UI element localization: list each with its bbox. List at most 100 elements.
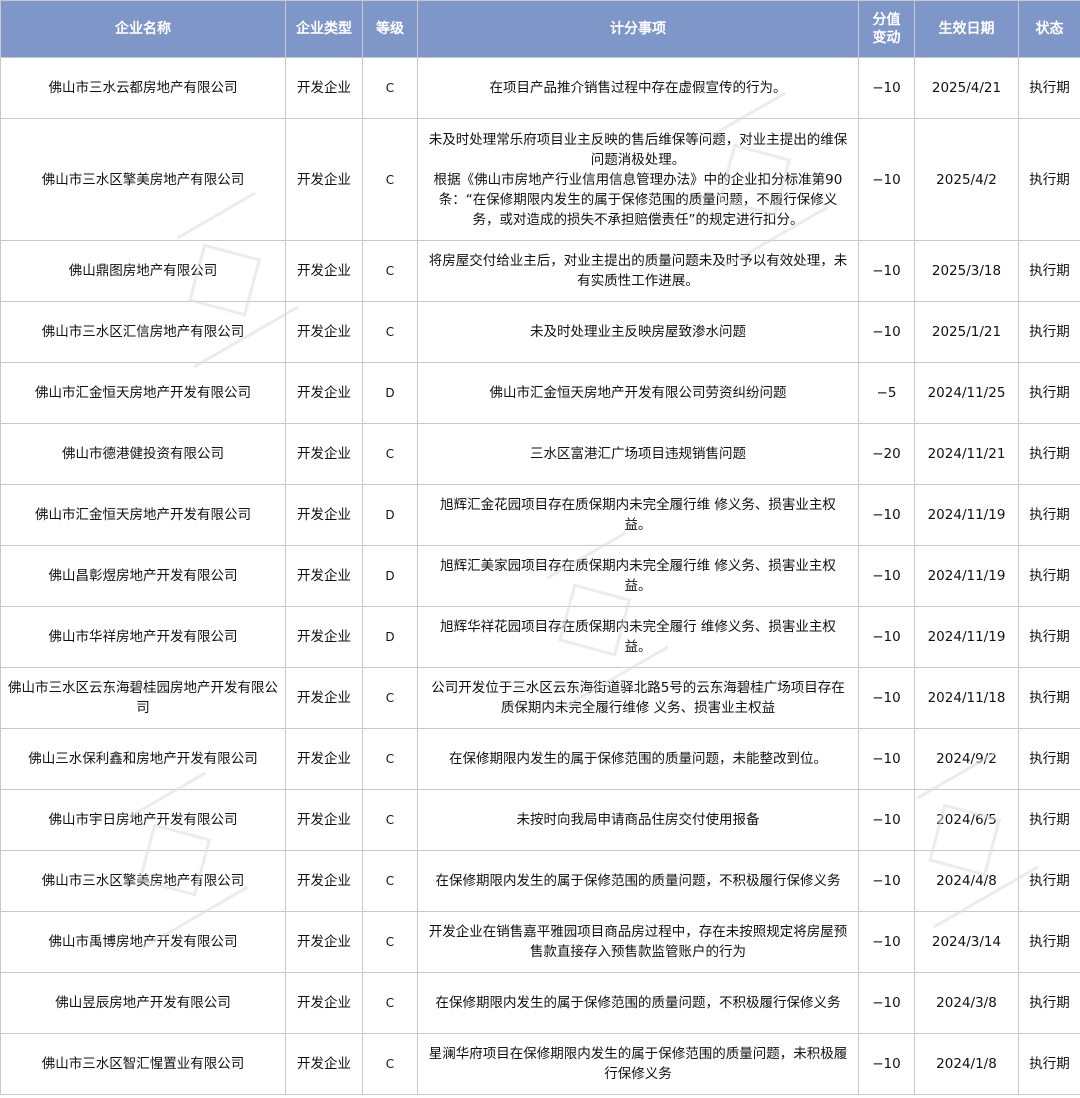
header-type: 企业类型 bbox=[285, 0, 363, 58]
status-cell: 执行期 bbox=[1018, 911, 1080, 973]
score-cell: −10 bbox=[858, 850, 915, 912]
table-row: 佛山鼎图房地产有限公司 开发企业 C 将房屋交付给业主后，对业主提出的质量问题未… bbox=[0, 240, 1080, 302]
grade-cell: C bbox=[362, 423, 418, 485]
score-cell: −10 bbox=[858, 301, 915, 363]
matter-cell: 星澜华府项目在保修期限内发生的属于保修范围的质量问题，未积极履行保修义务 bbox=[417, 1033, 859, 1095]
company-cell: 佛山昱辰房地产开发有限公司 bbox=[0, 972, 286, 1034]
matter-cell: 未及时处理常乐府项目业主反映的售后维保等问题，对业主提出的维保问题消极处理。 根据… bbox=[417, 118, 859, 241]
matter-cell: 公司开发位于三水区云东海街道驿北路5号的云东海碧桂广场项目存在质保期内未完全履行… bbox=[417, 667, 859, 729]
score-cell: −10 bbox=[858, 57, 915, 119]
date-cell: 2024/4/8 bbox=[914, 850, 1019, 912]
company-cell: 佛山市三水云都房地产有限公司 bbox=[0, 57, 286, 119]
type-cell: 开发企业 bbox=[285, 362, 363, 424]
type-cell: 开发企业 bbox=[285, 606, 363, 668]
table-row: 佛山市三水区云东海碧桂园房地产开发有限公司 开发企业 C 公司开发位于三水区云东… bbox=[0, 667, 1080, 729]
matter-cell: 在保修期限内发生的属于保修范围的质量问题，不积极履行保修义务 bbox=[417, 850, 859, 912]
table-row: 佛山市德港健投资有限公司 开发企业 C 三水区富港汇广场项目违规销售问题 −20… bbox=[0, 423, 1080, 485]
type-cell: 开发企业 bbox=[285, 972, 363, 1034]
matter-cell: 未及时处理业主反映房屋致渗水问题 bbox=[417, 301, 859, 363]
type-cell: 开发企业 bbox=[285, 57, 363, 119]
date-cell: 2024/11/19 bbox=[914, 606, 1019, 668]
table-row: 佛山市三水区智汇惺置业有限公司 开发企业 C 星澜华府项目在保修期限内发生的属于… bbox=[0, 1033, 1080, 1095]
score-cell: −10 bbox=[858, 667, 915, 729]
grade-cell: D bbox=[362, 545, 418, 607]
table-row: 佛山市三水区汇信房地产有限公司 开发企业 C 未及时处理业主反映房屋致渗水问题 … bbox=[0, 301, 1080, 363]
score-cell: −10 bbox=[858, 911, 915, 973]
table-row: 佛山市三水区擎美房地产有限公司 开发企业 C 在保修期限内发生的属于保修范围的质… bbox=[0, 850, 1080, 912]
score-cell: −10 bbox=[858, 606, 915, 668]
date-cell: 2024/11/18 bbox=[914, 667, 1019, 729]
date-cell: 2024/11/19 bbox=[914, 484, 1019, 546]
matter-paragraph: 未及时处理常乐府项目业主反映的售后维保等问题，对业主提出的维保问题消极处理。 bbox=[428, 131, 848, 168]
score-cell: −10 bbox=[858, 240, 915, 302]
company-cell: 佛山鼎图房地产有限公司 bbox=[0, 240, 286, 302]
status-cell: 执行期 bbox=[1018, 728, 1080, 790]
score-cell: −5 bbox=[858, 362, 915, 424]
date-cell: 2025/4/2 bbox=[914, 118, 1019, 241]
status-cell: 执行期 bbox=[1018, 118, 1080, 241]
score-cell: −10 bbox=[858, 118, 915, 241]
grade-cell: C bbox=[362, 118, 418, 241]
company-cell: 佛山昌彰煜房地产开发有限公司 bbox=[0, 545, 286, 607]
header-score-line1: 分值 bbox=[872, 12, 901, 28]
grade-cell: C bbox=[362, 57, 418, 119]
score-cell: −10 bbox=[858, 1033, 915, 1095]
matter-cell: 未按时向我局申请商品住房交付使用报备 bbox=[417, 789, 859, 851]
status-cell: 执行期 bbox=[1018, 667, 1080, 729]
company-cell: 佛山市三水区擎美房地产有限公司 bbox=[0, 850, 286, 912]
score-cell: −20 bbox=[858, 423, 915, 485]
status-cell: 执行期 bbox=[1018, 57, 1080, 119]
score-cell: −10 bbox=[858, 789, 915, 851]
grade-cell: C bbox=[362, 301, 418, 363]
score-cell: −10 bbox=[858, 972, 915, 1034]
status-cell: 执行期 bbox=[1018, 240, 1080, 302]
type-cell: 开发企业 bbox=[285, 484, 363, 546]
score-cell: −10 bbox=[858, 728, 915, 790]
status-cell: 执行期 bbox=[1018, 484, 1080, 546]
header-matter: 计分事项 bbox=[417, 0, 859, 58]
status-cell: 执行期 bbox=[1018, 362, 1080, 424]
type-cell: 开发企业 bbox=[285, 667, 363, 729]
type-cell: 开发企业 bbox=[285, 301, 363, 363]
status-cell: 执行期 bbox=[1018, 1033, 1080, 1095]
header-score-line2: 变动 bbox=[872, 30, 901, 46]
table-row: 佛山市三水云都房地产有限公司 开发企业 C 在项目产品推介销售过程中存在虚假宣传… bbox=[0, 57, 1080, 119]
date-cell: 2024/3/8 bbox=[914, 972, 1019, 1034]
grade-cell: C bbox=[362, 728, 418, 790]
grade-cell: C bbox=[362, 972, 418, 1034]
table-row: 佛山市禹博房地产开发有限公司 开发企业 C 开发企业在销售嘉平雅园项目商品房过程… bbox=[0, 911, 1080, 973]
grade-cell: C bbox=[362, 911, 418, 973]
matter-cell: 三水区富港汇广场项目违规销售问题 bbox=[417, 423, 859, 485]
type-cell: 开发企业 bbox=[285, 240, 363, 302]
header-date: 生效日期 bbox=[914, 0, 1019, 58]
status-cell: 执行期 bbox=[1018, 545, 1080, 607]
grade-cell: D bbox=[362, 362, 418, 424]
header-status: 状态 bbox=[1018, 0, 1080, 58]
date-cell: 2025/4/21 bbox=[914, 57, 1019, 119]
company-cell: 佛山市三水区擎美房地产有限公司 bbox=[0, 118, 286, 241]
company-cell: 佛山市德港健投资有限公司 bbox=[0, 423, 286, 485]
grade-cell: C bbox=[362, 240, 418, 302]
date-cell: 2024/3/14 bbox=[914, 911, 1019, 973]
date-cell: 2025/1/21 bbox=[914, 301, 1019, 363]
table-row: 佛山市宇日房地产开发有限公司 开发企业 C 未按时向我局申请商品住房交付使用报备… bbox=[0, 789, 1080, 851]
matter-cell: 佛山市汇金恒天房地产开发有限公司劳资纠纷问题 bbox=[417, 362, 859, 424]
header-grade: 等级 bbox=[362, 0, 418, 58]
grade-cell: D bbox=[362, 484, 418, 546]
date-cell: 2024/11/21 bbox=[914, 423, 1019, 485]
date-cell: 2024/11/25 bbox=[914, 362, 1019, 424]
company-cell: 佛山市三水区云东海碧桂园房地产开发有限公司 bbox=[0, 667, 286, 729]
table-row: 佛山昱辰房地产开发有限公司 开发企业 C 在保修期限内发生的属于保修范围的质量问… bbox=[0, 972, 1080, 1034]
matter-cell: 旭辉华祥花园项目存在质保期内未完全履行 维修义务、损害业主权益。 bbox=[417, 606, 859, 668]
table-header-row: 企业名称 企业类型 等级 计分事项 分值 变动 生效日期 状态 bbox=[0, 0, 1080, 58]
status-cell: 执行期 bbox=[1018, 423, 1080, 485]
matter-cell: 旭辉汇金花园项目存在质保期内未完全履行维 修义务、损害业主权益。 bbox=[417, 484, 859, 546]
type-cell: 开发企业 bbox=[285, 728, 363, 790]
type-cell: 开发企业 bbox=[285, 545, 363, 607]
company-cell: 佛山市宇日房地产开发有限公司 bbox=[0, 789, 286, 851]
company-cell: 佛山市汇金恒天房地产开发有限公司 bbox=[0, 484, 286, 546]
grade-cell: C bbox=[362, 789, 418, 851]
status-cell: 执行期 bbox=[1018, 606, 1080, 668]
matter-cell: 将房屋交付给业主后，对业主提出的质量问题未及时予以有效处理，未有实质性工作进展。 bbox=[417, 240, 859, 302]
company-cell: 佛山三水保利鑫和房地产开发有限公司 bbox=[0, 728, 286, 790]
